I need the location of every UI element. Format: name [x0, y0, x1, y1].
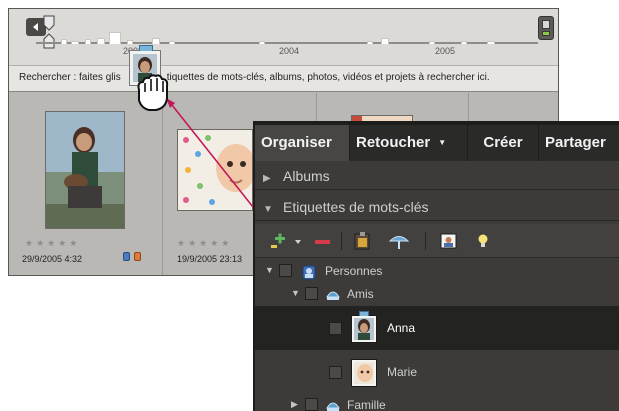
- timeline-bar: [71, 41, 79, 44]
- keyword-label: Famille: [347, 398, 386, 411]
- tree-row-anna[interactable]: Anna: [255, 306, 619, 350]
- albums-section-header[interactable]: ▶ Albums: [255, 162, 619, 190]
- search-bar[interactable]: Rechercher : faites glis tiquettes de mot…: [9, 65, 558, 92]
- keyword-thumbnail: [351, 311, 377, 343]
- tab-retoucher[interactable]: Retoucher ▼: [350, 125, 467, 161]
- keywords-label: Etiquettes de mots-clés: [283, 199, 429, 215]
- photo-date: 29/9/2005 4:32: [22, 254, 83, 264]
- timeline-end-handle[interactable]: [538, 16, 554, 40]
- photo-icon[interactable]: [437, 231, 461, 251]
- people-category-icon: [302, 265, 316, 280]
- tab-creer-label: Créer: [483, 134, 523, 151]
- tab-partager[interactable]: Partager: [539, 125, 619, 161]
- keyword-label: Marie: [387, 365, 418, 379]
- tab-organiser[interactable]: Organiser: [255, 125, 349, 161]
- timeline[interactable]: 2003 2004 2005: [9, 9, 558, 65]
- timeline-bar: [381, 38, 389, 44]
- chevron-down-icon[interactable]: ▼: [438, 138, 446, 147]
- timeline-bar: [429, 41, 435, 44]
- edit-keyword-icon[interactable]: [351, 231, 375, 251]
- star-rating[interactable]: ★★★★★: [25, 238, 80, 249]
- keyword-checkbox[interactable]: [329, 366, 342, 379]
- keyword-checkbox[interactable]: [279, 264, 292, 277]
- search-hint-end: tiquettes de mots-clés, albums, photos, …: [166, 72, 490, 83]
- keyword-checkbox[interactable]: [329, 322, 342, 335]
- timeline-bar: [85, 39, 91, 44]
- collapsed-triangle-icon[interactable]: ▶: [291, 399, 298, 410]
- tree-row-marie[interactable]: Marie: [255, 354, 619, 392]
- timeline-bar: [97, 38, 105, 44]
- keyword-label: Anna: [387, 321, 416, 335]
- timeline-bar: [109, 32, 121, 44]
- expanded-triangle-icon[interactable]: ▼: [291, 288, 300, 298]
- expanded-triangle-icon[interactable]: ▼: [265, 265, 274, 275]
- keywords-section-header[interactable]: ▼ Etiquettes de mots-clés: [255, 193, 619, 221]
- timeline-bar: [152, 38, 160, 44]
- media-thumbnail[interactable]: [177, 129, 256, 211]
- timeline-bar: [127, 40, 133, 44]
- search-hint: Rechercher : faites glis tiquettes de mot…: [19, 72, 490, 83]
- keyword-tree: ▼ Personnes ▼ Amis Anna Marie ▶ Famille: [255, 258, 619, 411]
- keyword-toolbar: [255, 224, 619, 258]
- tree-row-famille[interactable]: ▶ Famille: [255, 394, 619, 411]
- star-rating[interactable]: ★★★★★: [177, 238, 232, 249]
- organizer-panel: Organiser Retoucher ▼ Créer Partager ▶ Alb…: [253, 121, 619, 411]
- timeline-bar: [487, 41, 495, 44]
- keyword-checkbox[interactable]: [305, 398, 318, 411]
- timeline-bar: [367, 41, 373, 44]
- tab-retoucher-label: Retoucher: [356, 134, 431, 151]
- search-hint-start: Rechercher : faites glis: [19, 72, 121, 83]
- delete-keyword-icon[interactable]: [313, 231, 333, 251]
- tab-organiser-label: Organiser: [261, 134, 332, 151]
- new-keyword-icon[interactable]: [269, 231, 293, 251]
- collapsed-triangle-icon: ▶: [263, 173, 271, 184]
- keyword-label: Amis: [347, 287, 374, 301]
- keyword-group-icon: [326, 291, 340, 300]
- tree-row-personnes[interactable]: ▼ Personnes: [255, 260, 619, 282]
- timeline-year-label: 2004: [279, 46, 300, 56]
- light-bulb-icon[interactable]: [473, 231, 493, 251]
- timeline-bar: [169, 41, 175, 44]
- expanded-triangle-icon: ▼: [263, 204, 273, 215]
- album-icon: [134, 252, 141, 261]
- tree-row-amis[interactable]: ▼ Amis: [255, 283, 619, 305]
- media-thumbnail[interactable]: [45, 111, 125, 229]
- tab-creer[interactable]: Créer: [468, 125, 538, 161]
- tab-partager-label: Partager: [545, 134, 606, 151]
- toolbar-separator: [425, 232, 426, 250]
- chevron-down-icon[interactable]: [293, 231, 303, 251]
- keyword-tag-icon: [123, 252, 130, 261]
- keyword-label: Personnes: [325, 264, 383, 278]
- import-export-icon[interactable]: [387, 231, 411, 251]
- keyword-checkbox[interactable]: [305, 287, 318, 300]
- grab-hand-cursor-icon: [137, 74, 169, 111]
- timeline-bar: [61, 39, 67, 44]
- grid-divider: [162, 93, 163, 275]
- toolbar-separator: [341, 232, 342, 250]
- keyword-thumbnail: [351, 359, 377, 387]
- timeline-bar: [259, 41, 265, 44]
- tab-bar: Organiser Retoucher ▼ Créer Partager: [255, 121, 619, 161]
- timeline-year-label: 2005: [435, 46, 456, 56]
- keyword-group-icon: [326, 402, 340, 411]
- timeline-bar: [461, 41, 467, 44]
- albums-label: Albums: [283, 168, 330, 184]
- photo-date: 19/9/2005 23:13: [177, 254, 243, 264]
